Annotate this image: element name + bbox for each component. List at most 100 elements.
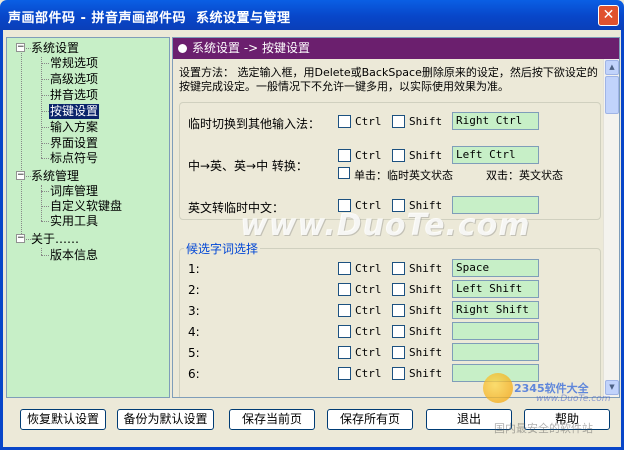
shift-checkbox[interactable] — [392, 115, 405, 128]
tree-connector — [41, 95, 49, 96]
shift-checkbox[interactable] — [392, 149, 405, 162]
candidate-key-input[interactable]: Right Shift — [452, 301, 539, 319]
tree-item-punctuation[interactable]: 标点符号 — [50, 151, 98, 166]
restore-default-button[interactable]: 恢复默认设置 — [20, 409, 106, 430]
shift-label: Shift — [409, 346, 443, 359]
candidate-label: 4: — [188, 325, 200, 339]
window-title: 声画部件码 - 拼音声画部件码 系统设置与管理 — [8, 11, 291, 26]
candidate-label: 1: — [188, 262, 200, 276]
close-button[interactable]: ✕ — [598, 5, 619, 26]
tree-group-system-management[interactable]: 系统管理 — [31, 169, 79, 184]
ctrl-checkbox[interactable] — [338, 367, 351, 380]
tree-connector — [41, 79, 49, 80]
ctrl-checkbox[interactable] — [338, 149, 351, 162]
candidate-label: 6: — [188, 367, 200, 381]
single-click-label: 单击：临时英文状态 — [354, 169, 453, 182]
instructions-text: 设置方法： 选定输入框，用Delete或BackSpace删除原来的设定，然后按… — [179, 66, 598, 93]
row-label: 临时切换到其他输入法： — [188, 117, 321, 131]
candidate-key-input[interactable] — [452, 343, 539, 361]
title-bar[interactable]: 声画部件码 - 拼音声画部件码 系统设置与管理 ✕ — [0, 0, 624, 30]
tree-branch-line — [41, 248, 42, 255]
ctrl-label: Ctrl — [355, 115, 382, 128]
tree-connector — [41, 127, 49, 128]
scroll-down-arrow-icon[interactable]: ▼ — [605, 380, 619, 395]
candidate-label: 5: — [188, 346, 200, 360]
shift-label: Shift — [409, 115, 443, 128]
watermark-text: www.DuoTe.com — [240, 208, 531, 243]
tree-group-system-settings[interactable]: 系统设置 — [31, 41, 79, 56]
shift-checkbox[interactable] — [392, 325, 405, 338]
tree-connector — [41, 111, 49, 112]
save-current-page-button[interactable]: 保存当前页 — [229, 409, 315, 430]
tree-item-dict[interactable]: 词库管理 — [50, 184, 98, 199]
tree-item-version[interactable]: 版本信息 — [50, 248, 98, 263]
bullet-icon — [178, 44, 187, 53]
shift-checkbox[interactable] — [392, 346, 405, 359]
ctrl-checkbox[interactable] — [338, 325, 351, 338]
scroll-thumb[interactable] — [605, 76, 619, 114]
shift-checkbox[interactable] — [392, 283, 405, 296]
double-click-label: 双击：英文状态 — [486, 169, 563, 182]
shift-checkbox[interactable] — [392, 367, 405, 380]
tree-item-tools[interactable]: 实用工具 — [50, 214, 98, 229]
candidate-key-input[interactable]: Left Shift — [452, 280, 539, 298]
tree-item-general[interactable]: 常规选项 — [50, 56, 98, 71]
candidate-label: 2: — [188, 283, 200, 297]
shift-checkbox[interactable] — [392, 262, 405, 275]
tree-item-ui[interactable]: 界面设置 — [50, 136, 98, 151]
tree-connector — [41, 143, 49, 144]
collapse-icon[interactable]: − — [16, 234, 25, 243]
shift-label: Shift — [409, 149, 443, 162]
ctrl-label: Ctrl — [355, 262, 382, 275]
shift-label: Shift — [409, 262, 443, 275]
tree-item-pinyin[interactable]: 拼音选项 — [50, 88, 98, 103]
close-icon: ✕ — [602, 7, 615, 23]
collapse-icon[interactable]: − — [16, 171, 25, 180]
shift-label: Shift — [409, 367, 443, 380]
watermark-logo-icon — [483, 373, 513, 403]
backup-default-button[interactable]: 备份为默认设置 — [117, 409, 214, 430]
ctrl-label: Ctrl — [355, 325, 382, 338]
ctrl-label: Ctrl — [355, 283, 382, 296]
ctrl-checkbox[interactable] — [338, 304, 351, 317]
ctrl-checkbox[interactable] — [338, 346, 351, 359]
ctrl-checkbox[interactable] — [338, 115, 351, 128]
collapse-icon[interactable]: − — [16, 43, 25, 52]
ctrl-label: Ctrl — [355, 367, 382, 380]
candidate-label: 3: — [188, 304, 200, 318]
ctrl-label: Ctrl — [355, 149, 382, 162]
key-input-cn-en-toggle[interactable]: Left Ctrl — [452, 146, 539, 164]
tree-item-advanced[interactable]: 高级选项 — [50, 72, 98, 87]
tree-item-key-settings[interactable]: 按键设置 — [49, 104, 100, 119]
panel-header-title: 系统设置 -> 按键设置 — [192, 41, 311, 55]
save-all-pages-button[interactable]: 保存所有页 — [327, 409, 413, 430]
shift-label: Shift — [409, 325, 443, 338]
watermark-small: www.DuoTe.com — [536, 394, 611, 404]
shift-label: Shift — [409, 283, 443, 296]
tree-connector — [41, 206, 49, 207]
tree-connector — [41, 255, 49, 256]
settings-tree[interactable]: − 系统设置 常规选项 高级选项 拼音选项 按键设置 输入方案 界面设置 标点符… — [6, 37, 170, 398]
ctrl-checkbox[interactable] — [338, 283, 351, 296]
vertical-scrollbar[interactable]: ▲ ▼ — [603, 59, 619, 397]
tree-connector — [41, 221, 49, 222]
tree-connector — [41, 158, 49, 159]
ctrl-label: Ctrl — [355, 346, 382, 359]
shift-checkbox[interactable] — [392, 304, 405, 317]
ctrl-checkbox[interactable] — [338, 262, 351, 275]
candidate-key-input[interactable]: Space — [452, 259, 539, 277]
tree-connector — [41, 191, 49, 192]
watermark-brand-sub: 国内最安全的软件站 — [494, 422, 593, 435]
shift-label: Shift — [409, 304, 443, 317]
candidate-key-input[interactable] — [452, 322, 539, 340]
tree-root-line — [21, 50, 22, 234]
candidate-group: 候选字词选择 1: Ctrl Shift Space 2: Ctrl Shift… — [179, 240, 601, 397]
tree-item-input-scheme[interactable]: 输入方案 — [50, 120, 98, 135]
tree-connector — [41, 63, 49, 64]
row-label: 中→英、英→中 转换： — [188, 159, 308, 173]
tree-item-soft-keyboard[interactable]: 自定义软键盘 — [50, 199, 122, 214]
tree-group-about[interactable]: 关于…… — [31, 232, 79, 247]
single-click-checkbox[interactable] — [338, 167, 350, 179]
key-input-switch-ime[interactable]: Right Ctrl — [452, 112, 539, 130]
scroll-up-arrow-icon[interactable]: ▲ — [605, 60, 619, 75]
